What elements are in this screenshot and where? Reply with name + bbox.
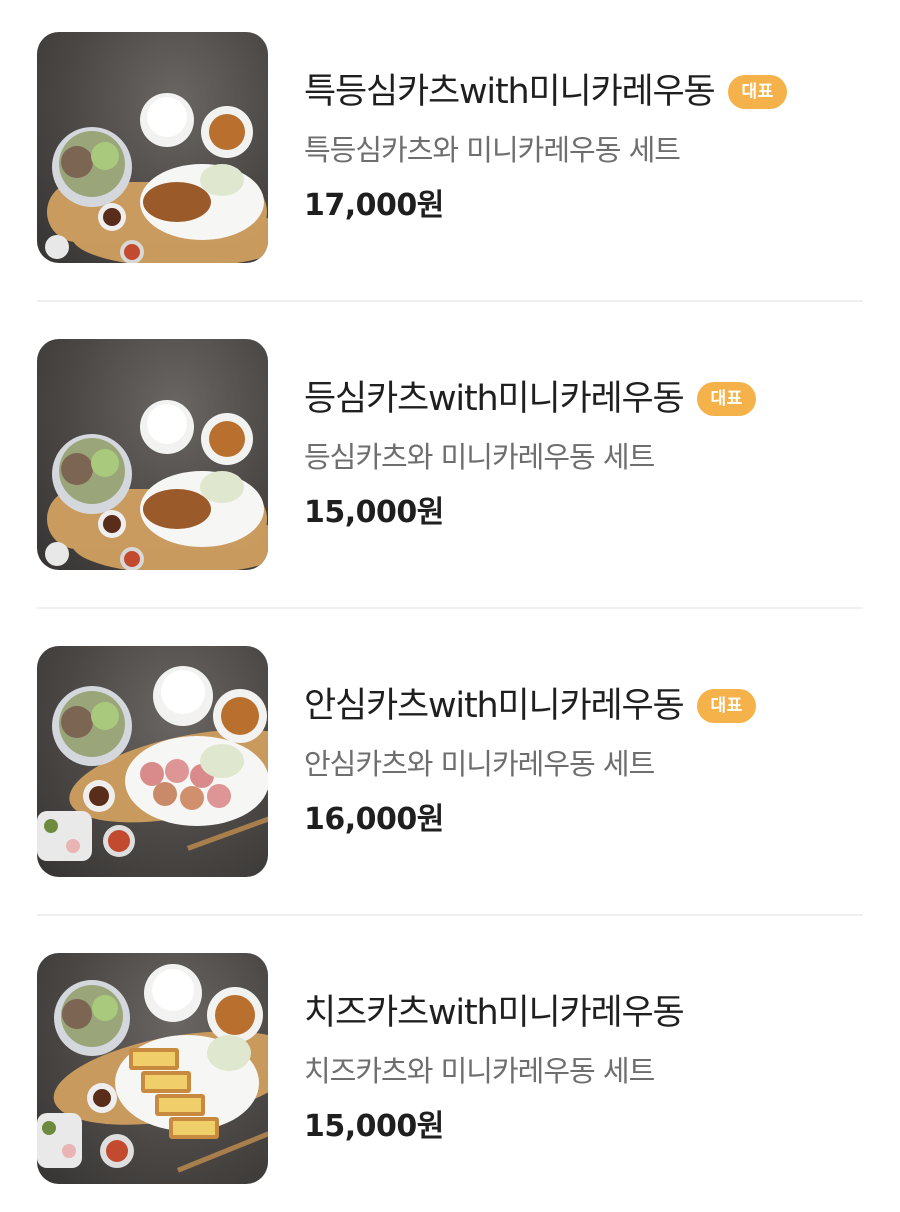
- menu-item-description: 치즈카츠와 미니카레우동 세트: [304, 1054, 655, 1088]
- signature-badge: 대표: [697, 382, 756, 416]
- menu-item-price: 16,000원: [304, 802, 444, 837]
- menu-item-name-row: 특등심카츠with미니카레우동 대표: [304, 68, 787, 116]
- menu-item-price: 15,000원: [304, 495, 444, 530]
- menu-item[interactable]: 안심카츠with미니카레우동 대표 안심카츠와 미니카레우동 세트 16,000…: [37, 646, 863, 878]
- divider: [37, 914, 863, 916]
- menu-item-photo: [37, 32, 268, 263]
- menu-item-photo: [37, 953, 268, 1184]
- menu-item-photo: [37, 339, 268, 570]
- menu-item-name-row: 치즈카츠with미니카레우동: [304, 989, 685, 1037]
- menu-item-description: 특등심카츠와 미니카레우동 세트: [304, 133, 681, 167]
- menu-item[interactable]: 특등심카츠with미니카레우동 대표 특등심카츠와 미니카레우동 세트 17,0…: [37, 32, 863, 264]
- menu-item-name-row: 등심카츠with미니카레우동 대표: [304, 375, 756, 423]
- menu-item-description: 안심카츠와 미니카레우동 세트: [304, 747, 655, 781]
- divider: [37, 300, 863, 302]
- menu-item-description: 등심카츠와 미니카레우동 세트: [304, 440, 655, 474]
- menu-item[interactable]: 치즈카츠with미니카레우동 치즈카츠와 미니카레우동 세트 15,000원: [37, 953, 863, 1185]
- divider: [37, 607, 863, 609]
- menu-item[interactable]: 등심카츠with미니카레우동 대표 등심카츠와 미니카레우동 세트 15,000…: [37, 339, 863, 571]
- menu-item-name: 등심카츠with미니카레우동: [304, 379, 685, 419]
- signature-badge: 대표: [728, 75, 787, 109]
- menu-list: 특등심카츠with미니카레우동 대표 특등심카츠와 미니카레우동 세트 17,0…: [0, 0, 900, 1212]
- menu-item-name: 안심카츠with미니카레우동: [304, 686, 685, 726]
- menu-item-price: 17,000원: [304, 188, 444, 223]
- menu-item-name: 치즈카츠with미니카레우동: [304, 993, 685, 1033]
- menu-item-name: 특등심카츠with미니카레우동: [304, 72, 716, 112]
- menu-item-price: 15,000원: [304, 1109, 444, 1144]
- menu-item-photo: [37, 646, 268, 877]
- menu-item-name-row: 안심카츠with미니카레우동 대표: [304, 682, 756, 730]
- signature-badge: 대표: [697, 689, 756, 723]
